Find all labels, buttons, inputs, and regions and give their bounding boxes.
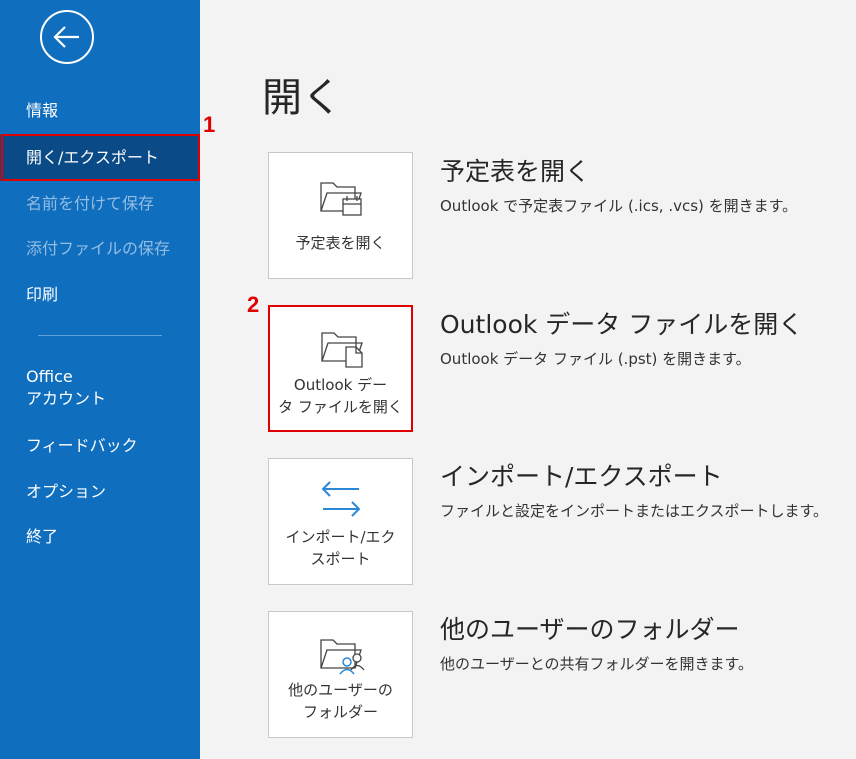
step-badge-2: 2 [247, 292, 260, 317]
open-calendar-title: 予定表を開く [440, 157, 591, 186]
other-user-folder-tile-label-line2: フォルダー [302, 703, 378, 721]
page-title: 開く [262, 75, 342, 121]
sidebar-divider [38, 335, 162, 336]
other-user-folder-description: 他のユーザーとの共有フォルダーを開きます。 [440, 655, 754, 673]
import-export-arrows-icon [321, 481, 361, 517]
nav-office-account-line1: Office [26, 367, 73, 386]
nav-exit[interactable]: 終了 [0, 526, 200, 548]
open-data-file-tile[interactable]: Outlook デー タ ファイルを開く [268, 305, 413, 432]
import-export-title: インポート/エクスポート [440, 462, 723, 491]
backstage-sidebar: 情報 開く/エクスポート 名前を付けて保存 添付ファイルの保存 印刷 Offic… [0, 0, 200, 759]
other-user-folder-title: 他のユーザーのフォルダー [440, 615, 740, 644]
nav-print[interactable]: 印刷 [0, 284, 200, 306]
import-export-tile-label-line2: スポート [310, 550, 371, 568]
nav-info[interactable]: 情報 [0, 100, 200, 122]
import-export-tile[interactable]: インポート/エク スポート [268, 458, 413, 585]
nav-open-export[interactable]: 開く/エクスポート [0, 135, 200, 181]
open-data-file-title: Outlook データ ファイルを開く [440, 310, 804, 339]
nav-save-as: 名前を付けて保存 [26, 194, 155, 213]
open-calendar-tile[interactable]: 予定表を開く [268, 152, 413, 279]
nav-office-account[interactable]: Office アカウント [0, 366, 200, 410]
nav-feedback[interactable]: フィードバック [0, 435, 200, 457]
other-user-folder-tile[interactable]: 他のユーザーの フォルダー [268, 611, 413, 738]
nav-save-attachments: 添付ファイルの保存 [26, 239, 171, 258]
other-user-folder-tile-label-line1: 他のユーザーの [288, 681, 393, 699]
folder-calendar-icon [320, 182, 362, 216]
nav-options[interactable]: オプション [0, 481, 200, 503]
open-data-file-tile-label-line1: Outlook デー [293, 376, 388, 394]
open-data-file-tile-label-line2: タ ファイルを開く [278, 398, 403, 416]
open-calendar-description: Outlook で予定表ファイル (.ics, .vcs) を開きます。 [440, 197, 798, 215]
back-button[interactable] [40, 10, 94, 64]
step-badge-1: 1 [203, 112, 216, 137]
open-data-file-description: Outlook データ ファイル (.pst) を開きます。 [440, 350, 751, 368]
back-arrow-icon [53, 26, 79, 48]
open-calendar-tile-label: 予定表を開く [295, 234, 386, 252]
nav-office-account-line2: アカウント [26, 389, 107, 408]
import-export-description: ファイルと設定をインポートまたはエクスポートします。 [440, 502, 829, 520]
import-export-tile-label-line1: インポート/エク [285, 528, 396, 546]
folder-file-icon [321, 332, 363, 368]
folder-users-icon [320, 639, 365, 675]
